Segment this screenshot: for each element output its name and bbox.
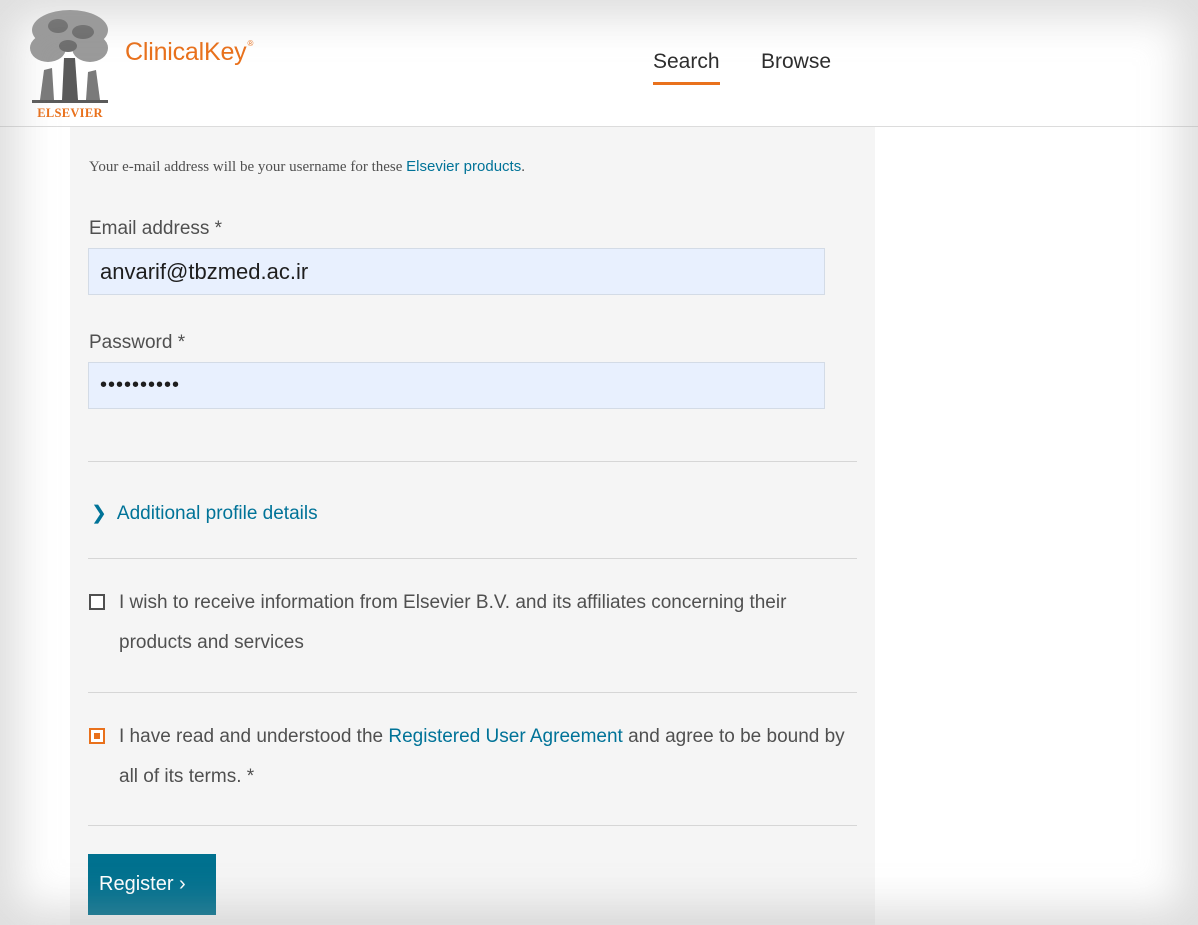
divider (88, 825, 857, 826)
elsevier-logo[interactable]: ELSEVIER (28, 8, 112, 120)
svg-text:ELSEVIER: ELSEVIER (37, 106, 103, 120)
email-label: Email address * (89, 218, 223, 239)
register-button[interactable]: Register › (88, 854, 216, 915)
elsevier-products-link[interactable]: Elsevier products (406, 158, 521, 175)
divider (88, 692, 857, 693)
chevron-right-icon: › (179, 873, 186, 895)
password-field[interactable]: •••••••••• (88, 362, 825, 409)
marketing-optin-row: I wish to receive information from Elsev… (89, 583, 859, 663)
nav-search-tab[interactable]: Search (653, 50, 720, 85)
agreement-prefix: I have read and understood the (119, 726, 389, 747)
register-label: Register (99, 873, 174, 895)
chevron-right-icon: ❯ (91, 503, 107, 524)
marketing-optin-checkbox[interactable] (89, 594, 105, 610)
intro-period: . (521, 159, 525, 175)
site-header: ELSEVIER ClinicalKey® Search Browse (0, 0, 1198, 127)
agreement-row: I have read and understood the Registere… (89, 717, 859, 797)
divider (88, 461, 857, 462)
agreement-label: I have read and understood the Registere… (119, 717, 859, 797)
nav-browse-tab[interactable]: Browse (761, 50, 831, 74)
email-field[interactable]: anvarif@tbzmed.ac.ir (88, 248, 825, 295)
elsevier-tree-icon: ELSEVIER (30, 10, 108, 120)
agreement-checkbox[interactable] (89, 728, 105, 744)
divider (88, 558, 857, 559)
marketing-optin-label: I wish to receive information from Elsev… (119, 592, 787, 653)
additional-profile-toggle[interactable]: ❯ Additional profile details (91, 502, 318, 525)
password-label: Password * (89, 332, 186, 353)
registration-form: Your e-mail address will be your usernam… (70, 127, 875, 925)
registered-mark: ® (247, 39, 254, 48)
additional-profile-link: Additional profile details (116, 503, 318, 524)
intro-text: Your e-mail address will be your usernam… (89, 159, 407, 175)
clinicalkey-logo[interactable]: ClinicalKey® (125, 38, 253, 67)
user-agreement-link[interactable]: Registered User Agreement (388, 726, 622, 747)
brand-name: ClinicalKey (125, 38, 247, 66)
username-notice: Your e-mail address will be your usernam… (89, 158, 525, 176)
